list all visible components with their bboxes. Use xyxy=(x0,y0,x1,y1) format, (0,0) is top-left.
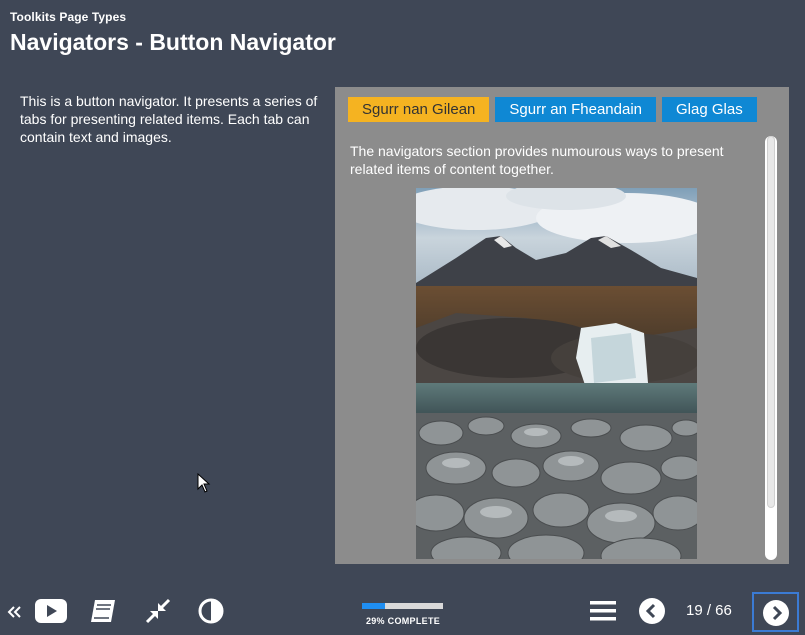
progress-fill xyxy=(362,603,386,609)
mouse-cursor-icon xyxy=(197,472,211,498)
next-button[interactable] xyxy=(752,592,799,632)
prev-chevron-icon[interactable] xyxy=(638,597,666,625)
navigator-tabs: Sgurr nan Gilean Sgurr an Fheandain Glag… xyxy=(348,97,757,122)
menu-icon[interactable] xyxy=(588,598,618,624)
tab-sgurr-an-fheandain[interactable]: Sgurr an Fheandain xyxy=(495,97,656,122)
mountain-waterfall-image xyxy=(416,188,697,559)
tab-content-text: The navigators section provides numourou… xyxy=(350,143,724,177)
progress-indicator: 29% COMPLETE xyxy=(362,603,444,626)
page-counter: 19 / 66 xyxy=(686,602,732,619)
video-play-icon[interactable] xyxy=(34,597,68,625)
content-scrollbar[interactable] xyxy=(765,136,777,560)
button-navigator-panel: Sgurr nan Gilean Sgurr an Fheandain Glag… xyxy=(335,87,789,564)
intro-text: This is a button navigator. It presents … xyxy=(20,93,318,145)
tab-glag-glas[interactable]: Glag Glas xyxy=(662,97,757,122)
next-chevron-icon[interactable] xyxy=(762,599,790,627)
contrast-icon[interactable] xyxy=(197,597,225,625)
collapse-double-chevron-icon[interactable] xyxy=(6,600,22,624)
tab-sgurr-nan-gilean[interactable]: Sgurr nan Gilean xyxy=(348,97,490,122)
footer-toolbar: 29% COMPLETE 19 / 66 xyxy=(0,585,805,635)
scrollbar-thumb[interactable] xyxy=(767,136,775,508)
course-title: Toolkits Page Types xyxy=(10,10,127,24)
book-icon[interactable] xyxy=(88,597,118,625)
header: Toolkits Page Types Navigators - Button … xyxy=(10,10,336,56)
page-title: Navigators - Button Navigator xyxy=(10,29,336,55)
progress-label: 29% COMPLETE xyxy=(365,616,441,626)
progress-bar xyxy=(362,603,443,609)
shrink-icon[interactable] xyxy=(143,597,173,625)
